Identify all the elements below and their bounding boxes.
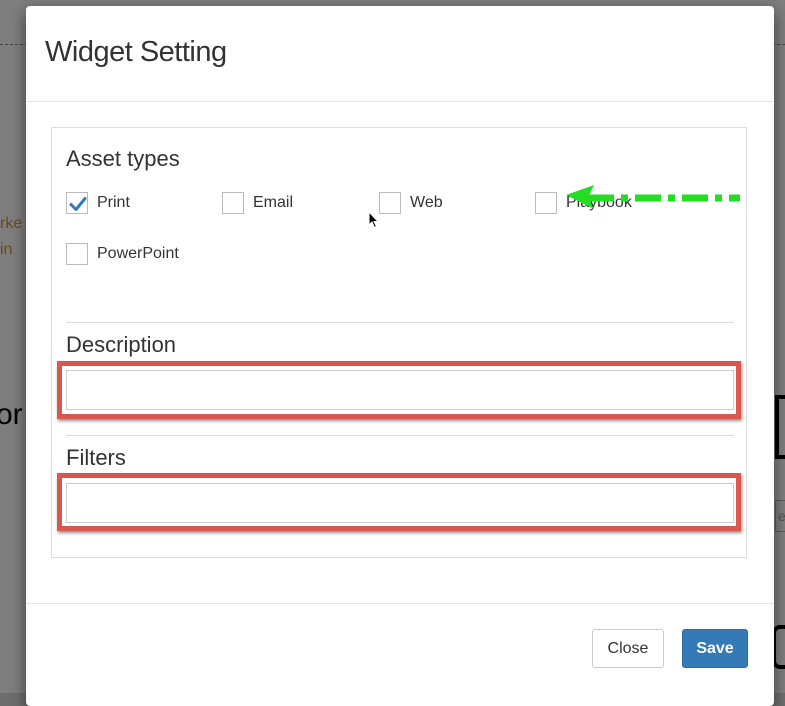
mouse-cursor-icon: [368, 211, 380, 229]
checkmark-icon: [69, 197, 87, 211]
filters-input[interactable]: [66, 483, 734, 523]
checkbox-print-box[interactable]: [66, 192, 88, 214]
dialog-footer: Close Save: [26, 603, 774, 704]
description-label: Description: [66, 332, 177, 357]
filters-label: Filters: [66, 445, 126, 470]
dialog-header: Widget Setting: [26, 6, 774, 102]
checkbox-email-box[interactable]: [222, 192, 244, 214]
checkbox-web[interactable]: Web: [379, 191, 443, 215]
checkbox-label: Print: [97, 194, 130, 211]
checkbox-label: Web: [410, 194, 443, 211]
description-input[interactable]: [66, 370, 734, 410]
checkbox-email[interactable]: Email: [222, 191, 293, 215]
checkbox-playbook-box[interactable]: [535, 192, 557, 214]
asset-types-label: Asset types: [66, 146, 180, 171]
checkbox-web-box[interactable]: [379, 192, 401, 214]
checkbox-label: PowerPoint: [97, 245, 179, 262]
close-button[interactable]: Close: [592, 629, 664, 668]
save-button[interactable]: Save: [682, 629, 748, 668]
checkbox-powerpoint[interactable]: PowerPoint: [66, 242, 179, 266]
widget-setting-dialog: Widget Setting Asset types Print Email W…: [26, 6, 774, 706]
dialog-title: Widget Setting: [45, 36, 227, 68]
checkbox-powerpoint-box[interactable]: [66, 243, 88, 265]
section-divider: [66, 322, 734, 323]
arrow-annotation-icon: [566, 185, 740, 209]
checkbox-print[interactable]: Print: [66, 191, 130, 215]
checkbox-label: Email: [253, 194, 294, 211]
section-divider: [66, 435, 734, 436]
